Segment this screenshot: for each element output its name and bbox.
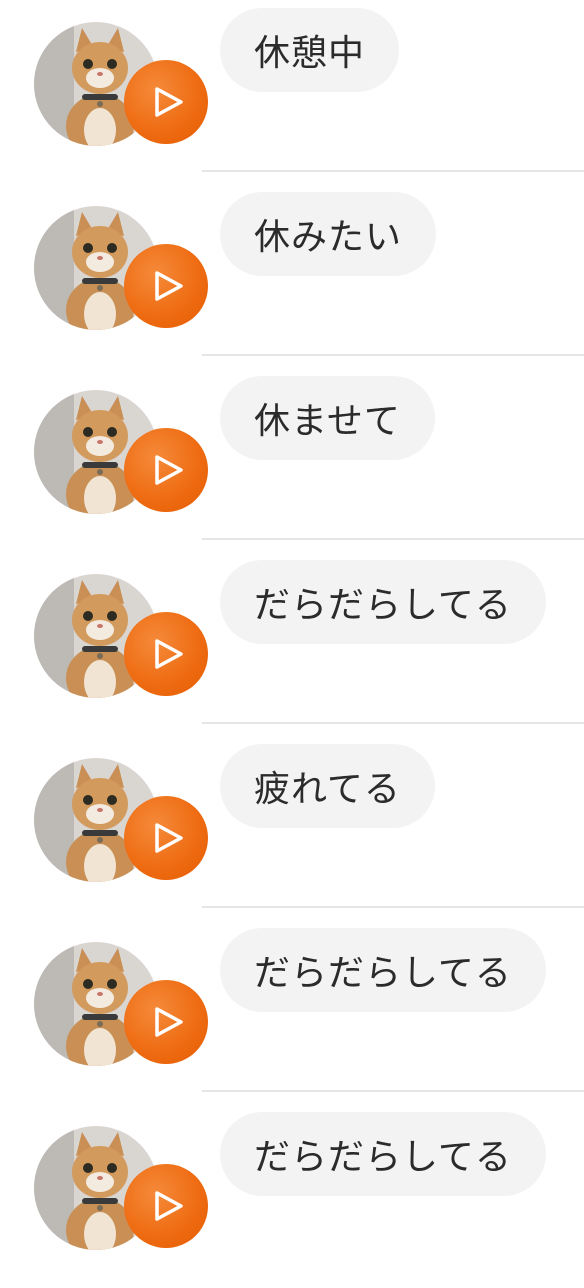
message-text: だらだらしてる	[254, 953, 512, 994]
play-button[interactable]	[124, 612, 208, 696]
row-divider	[202, 538, 584, 540]
play-button[interactable]	[124, 980, 208, 1064]
play-icon	[155, 1007, 183, 1037]
message-text: 疲れてる	[254, 769, 401, 810]
play-button[interactable]	[124, 428, 208, 512]
message-bubble[interactable]: 休みたい	[220, 192, 437, 276]
row-divider	[202, 354, 584, 356]
message-row: だらだらしてる	[0, 920, 584, 1104]
play-button[interactable]	[124, 60, 208, 144]
message-bubble[interactable]: だらだらしてる	[220, 560, 546, 644]
play-icon	[155, 455, 183, 485]
message-text: だらだらしてる	[254, 585, 512, 626]
play-icon	[155, 639, 183, 669]
message-row: だらだらしてる	[0, 1104, 584, 1288]
message-bubble[interactable]: 休憩中	[220, 8, 400, 92]
play-button[interactable]	[124, 1164, 208, 1248]
message-text: 休憩中	[254, 33, 366, 74]
message-row: 疲れてる	[0, 736, 584, 920]
message-row: 休みたい	[0, 184, 584, 368]
message-bubble[interactable]: だらだらしてる	[220, 1112, 546, 1196]
row-divider	[202, 722, 584, 724]
message-bubble[interactable]: 疲れてる	[220, 744, 435, 828]
message-text: 休ませて	[254, 401, 401, 442]
play-button[interactable]	[124, 244, 208, 328]
message-bubble[interactable]: だらだらしてる	[220, 928, 546, 1012]
row-divider	[202, 906, 584, 908]
play-icon	[155, 1191, 183, 1221]
message-row: だらだらしてる	[0, 552, 584, 736]
voice-message-list: 休憩中 休みたい 休ませて だらだらしてる 疲れてる だらだらしてる だらだらし…	[0, 0, 584, 1259]
message-text: だらだらしてる	[254, 1137, 512, 1178]
row-divider	[202, 170, 584, 172]
message-text: 休みたい	[254, 217, 403, 258]
play-icon	[155, 271, 183, 301]
play-icon	[155, 823, 183, 853]
message-bubble[interactable]: 休ませて	[220, 376, 435, 460]
play-icon	[155, 87, 183, 117]
message-row: 休憩中	[0, 0, 584, 184]
play-button[interactable]	[124, 796, 208, 880]
row-divider	[202, 1090, 584, 1092]
message-row: 休ませて	[0, 368, 584, 552]
